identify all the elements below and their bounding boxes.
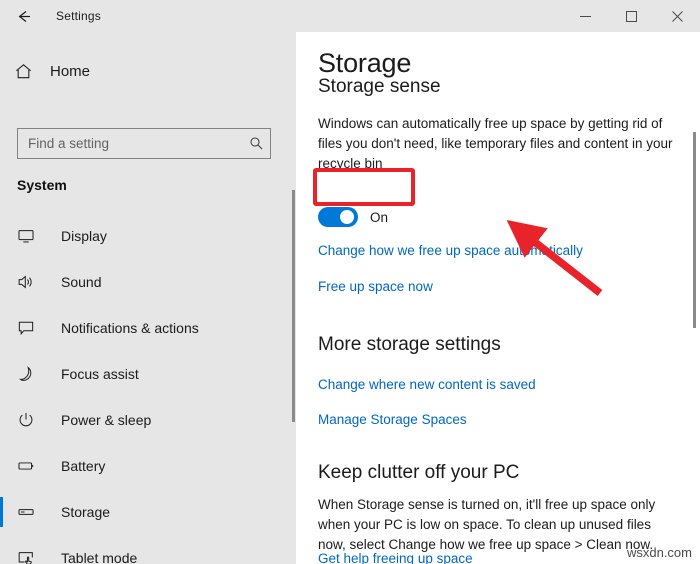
back-arrow-icon[interactable]: [0, 0, 46, 32]
window-title: Settings: [56, 9, 101, 23]
sidebar-item-notifications-actions[interactable]: Notifications & actions: [0, 305, 296, 351]
sidebar-item-battery-label: Battery: [61, 458, 106, 474]
search-box[interactable]: [17, 128, 271, 159]
sidebar-item-home-label: Home: [50, 62, 91, 80]
sidebar: Home System Display: [0, 32, 296, 564]
sidebar-item-storage[interactable]: Storage: [0, 489, 296, 535]
storage-sense-toggle-switch[interactable]: [318, 207, 358, 227]
content-scrollbar-thumb[interactable]: [693, 132, 696, 328]
content-scroll-body: Storage sense Storage Windows can automa…: [296, 32, 700, 564]
battery-icon: [17, 457, 47, 475]
storage-sense-description: Windows can automatically free up space …: [318, 116, 673, 171]
sidebar-item-tablet-mode-label: Tablet mode: [61, 550, 138, 564]
more-storage-settings-heading: More storage settings: [318, 334, 501, 355]
watermark: wsxdn.com: [626, 545, 692, 560]
sidebar-item-focus-assist[interactable]: Focus assist: [0, 351, 296, 397]
sidebar-nav-list: Display Sound Notifications & actions Fo…: [0, 213, 296, 564]
link-get-help-freeing-up-space[interactable]: Get help freeing up space: [318, 551, 473, 564]
selection-indicator: [0, 497, 3, 527]
sidebar-item-display[interactable]: Display: [0, 213, 296, 259]
page-title: Storage: [318, 48, 420, 79]
sidebar-item-battery[interactable]: Battery: [0, 443, 296, 489]
chat-bubble-icon: [17, 319, 47, 337]
sidebar-item-sound-label: Sound: [61, 274, 102, 290]
sidebar-scrollbar[interactable]: [292, 32, 295, 564]
maximize-button[interactable]: [608, 0, 654, 32]
content-scrollbar[interactable]: [693, 32, 696, 564]
storage-sense-toggle-label: On: [370, 209, 389, 225]
link-change-where-new-content-is-saved[interactable]: Change where new content is saved: [318, 377, 536, 392]
sidebar-item-focus-assist-label: Focus assist: [61, 366, 139, 382]
settings-window: Settings Home Find a setting System Disp…: [0, 0, 700, 564]
sidebar-item-tablet-mode[interactable]: Tablet mode: [0, 535, 296, 564]
minimize-button[interactable]: [562, 0, 608, 32]
moon-icon: [17, 365, 47, 383]
sidebar-section-title: System: [17, 177, 67, 193]
sidebar-item-notifications-actions-label: Notifications & actions: [61, 320, 199, 336]
search-input[interactable]: [18, 128, 242, 159]
sidebar-scrollbar-thumb[interactable]: [292, 190, 295, 422]
keep-clutter-description: When Storage sense is turned on, it'll f…: [318, 497, 656, 552]
title-bar: Settings: [0, 0, 700, 32]
speaker-icon: [17, 273, 47, 291]
link-manage-storage-spaces[interactable]: Manage Storage Spaces: [318, 412, 467, 427]
window-controls: [562, 0, 700, 32]
sidebar-item-display-label: Display: [61, 228, 107, 244]
sidebar-item-power-sleep-label: Power & sleep: [61, 412, 152, 428]
tablet-icon: [17, 549, 47, 564]
storage-sense-heading: Storage sense: [318, 76, 441, 97]
monitor-icon: [17, 227, 47, 245]
sidebar-item-power-sleep[interactable]: Power & sleep: [0, 397, 296, 443]
link-change-how-we-free-up-space-automatically[interactable]: Change how we free up space automaticall…: [318, 243, 583, 258]
sidebar-item-home[interactable]: Home: [0, 51, 296, 91]
link-free-up-space-now[interactable]: Free up space now: [318, 279, 433, 294]
close-button[interactable]: [654, 0, 700, 32]
sidebar-item-sound[interactable]: Sound: [0, 259, 296, 305]
keep-clutter-heading: Keep clutter off your PC: [318, 462, 520, 483]
storage-sense-toggle[interactable]: On: [318, 207, 388, 227]
home-icon: [0, 62, 46, 81]
sidebar-item-storage-label: Storage: [61, 504, 111, 520]
storage-drive-icon: [17, 503, 47, 521]
search-icon[interactable]: [242, 136, 270, 151]
content-pane: Storage sense Storage Windows can automa…: [296, 32, 700, 564]
power-icon: [17, 411, 47, 429]
toggle-knob: [340, 210, 354, 224]
